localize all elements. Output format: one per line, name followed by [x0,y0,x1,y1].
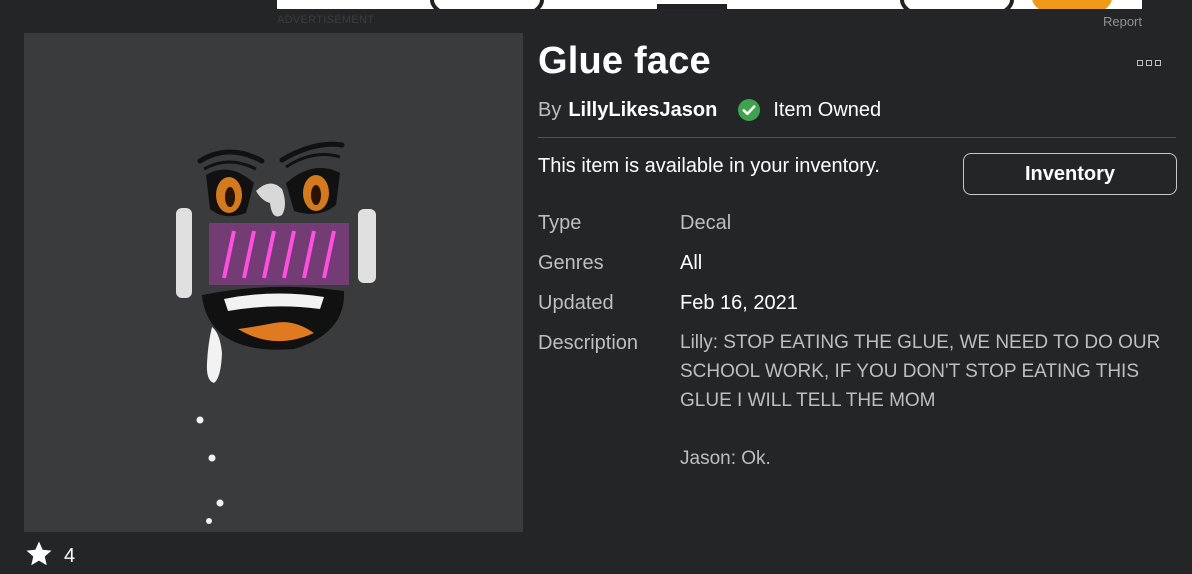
item-details: Type Decal Genres All Updated Feb 16, 20… [538,211,1178,489]
divider [538,137,1176,138]
item-title: Glue face [538,40,711,82]
more-options-icon[interactable] [1137,60,1161,66]
availability-text: This item is available in your inventory… [538,155,880,177]
item-owned-status: Item Owned [773,98,882,121]
type-row: Type Decal [538,211,1178,235]
description-text: Lilly: STOP EATING THE GLUE, WE NEED TO … [680,332,1161,469]
inventory-button[interactable]: Inventory [963,153,1177,195]
verified-check-icon [737,98,761,122]
description-row: Description Lilly: STOP EATING THE GLUE,… [538,331,1178,473]
star-icon[interactable] [24,539,54,574]
creator-byline: By LillyLikesJason Item Owned [538,98,881,122]
type-label: Type [538,212,582,234]
report-link[interactable]: Report [1103,14,1142,29]
favorites: 4 [24,540,75,572]
by-label: By [538,98,562,121]
genres-value[interactable]: All [680,251,702,275]
description-label: Description [538,332,639,354]
genres-label: Genres [538,252,604,274]
item-thumbnail [24,33,523,532]
type-value: Decal [680,212,732,234]
ad-artwork [430,0,1112,9]
advertisement-banner[interactable] [277,0,1142,9]
updated-value: Feb 16, 2021 [680,292,798,314]
glue-face-image [176,141,376,524]
advertisement-label: ADVERTISEMENT [277,14,375,26]
updated-label: Updated [538,292,614,314]
favorite-count: 4 [64,544,76,567]
updated-row: Updated Feb 16, 2021 [538,291,1178,315]
genres-row: Genres All [538,251,1178,275]
creator-link[interactable]: LillyLikesJason [568,99,717,122]
